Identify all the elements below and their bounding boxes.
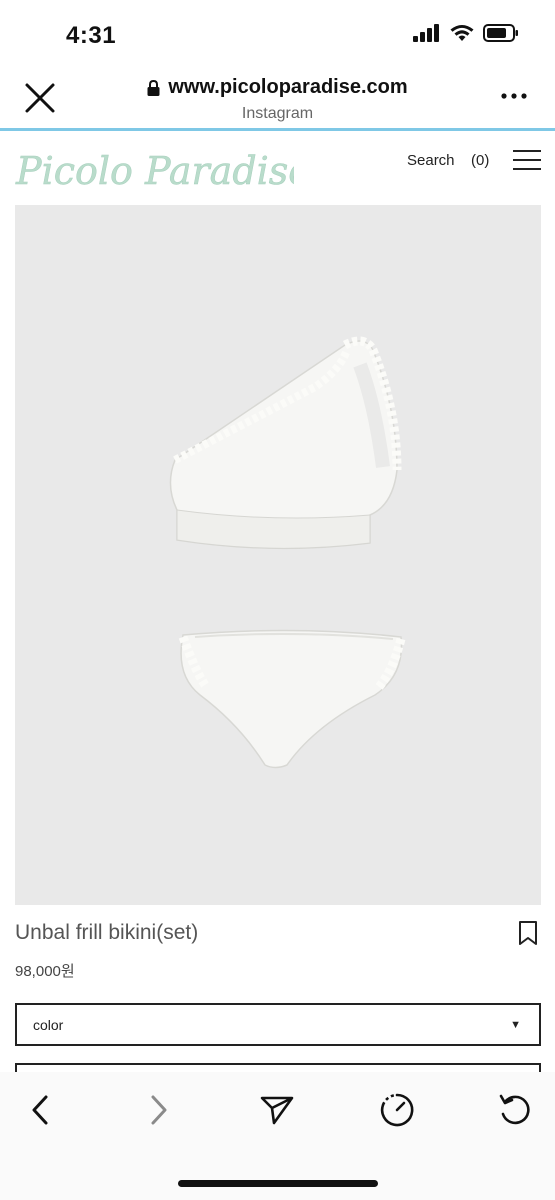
- browser-progress-divider: [0, 128, 555, 131]
- reload-button[interactable]: [495, 1090, 535, 1130]
- browser-header: www.picoloparadise.com Instagram: [0, 70, 555, 130]
- logo-wordmark: Picolo Paradise: [15, 149, 311, 194]
- wifi-icon: [450, 25, 474, 41]
- cart-count[interactable]: (0): [471, 152, 489, 169]
- product-image[interactable]: [15, 205, 541, 905]
- share-button[interactable]: [257, 1090, 297, 1130]
- back-button[interactable]: [20, 1090, 60, 1130]
- bookmark-icon: [519, 921, 537, 945]
- chevron-down-icon: ▼: [510, 1019, 521, 1031]
- menu-button[interactable]: [512, 148, 542, 172]
- logo-text: Picolo Paradise: [15, 149, 294, 193]
- lock-icon: [147, 79, 160, 96]
- home-indicator[interactable]: [178, 1180, 378, 1187]
- more-icon: [501, 93, 527, 99]
- site-header: Picolo Paradise Search (0): [0, 134, 555, 200]
- bikini-bottom: [178, 629, 406, 769]
- product-name: Unbal frill bikini(set): [15, 921, 199, 944]
- bikini-illustration: [169, 336, 406, 769]
- search-link[interactable]: Search: [407, 152, 455, 169]
- bookmark-button[interactable]: [517, 920, 539, 946]
- forward-arrow-icon: [151, 1095, 167, 1125]
- status-bar: 4:31: [0, 0, 555, 70]
- back-arrow-icon: [32, 1095, 48, 1125]
- product-price: 98,000원: [15, 963, 75, 980]
- hamburger-menu-icon: [513, 150, 541, 170]
- bikini-top: [169, 336, 402, 550]
- reload-icon: [499, 1094, 530, 1125]
- battery-icon: [483, 24, 518, 42]
- status-time: 4:31: [66, 22, 117, 49]
- speed-button[interactable]: [377, 1090, 417, 1130]
- forward-button[interactable]: [139, 1090, 179, 1130]
- source-app-label: Instagram: [241, 104, 314, 122]
- color-select[interactable]: color ▼: [15, 1003, 541, 1046]
- address-area[interactable]: www.picoloparadise.com Instagram: [0, 76, 555, 123]
- site-logo[interactable]: Picolo Paradise: [14, 144, 311, 194]
- url-text: www.picoloparadise.com: [168, 76, 408, 98]
- status-icons: [413, 24, 519, 42]
- speed-gauge-icon: [380, 1093, 414, 1127]
- url-line: www.picoloparadise.com: [147, 76, 408, 99]
- cellular-signal-icon: [413, 24, 439, 42]
- share-send-icon: [260, 1096, 294, 1125]
- more-button[interactable]: [499, 86, 529, 106]
- color-select-label: color: [33, 1016, 64, 1033]
